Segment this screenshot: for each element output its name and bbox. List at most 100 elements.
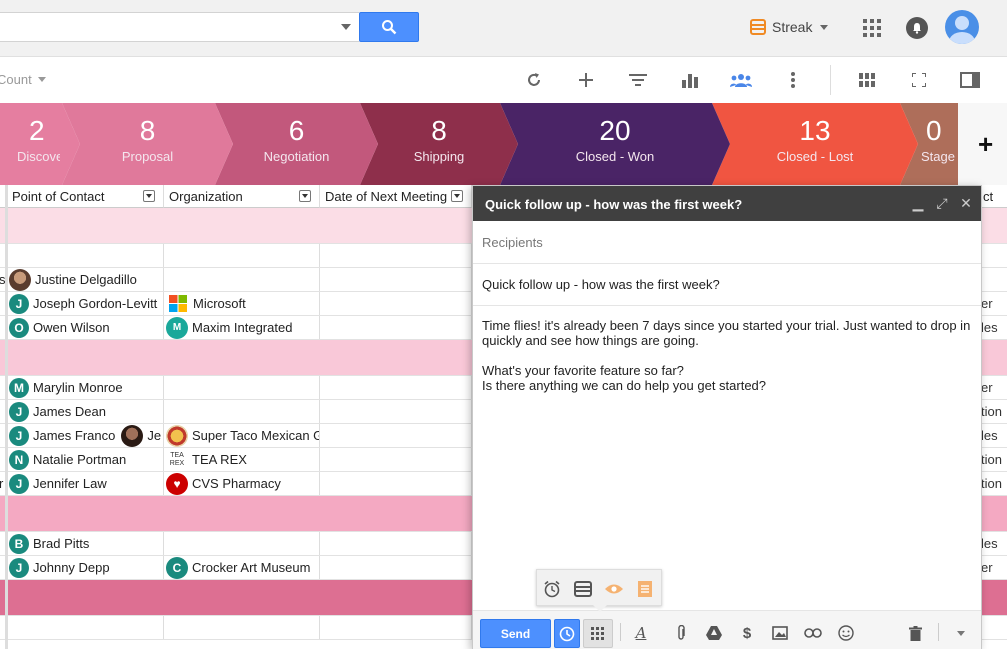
- more-options-icon[interactable]: [951, 623, 971, 643]
- organization-cell[interactable]: Microsoft: [164, 292, 320, 315]
- money-icon[interactable]: $: [737, 623, 757, 643]
- contact-cell[interactable]: Justine Delgadillo: [7, 268, 164, 291]
- meeting-date-cell[interactable]: [320, 532, 472, 555]
- organization-cell[interactable]: ♥ CVS Pharmacy: [164, 472, 320, 495]
- left-scroll-rail: [5, 185, 8, 649]
- account-avatar[interactable]: [945, 10, 979, 44]
- organization-cell[interactable]: [164, 244, 320, 267]
- column-menu-icon[interactable]: [451, 190, 463, 202]
- organization-cell[interactable]: [164, 376, 320, 399]
- photo-icon[interactable]: [770, 623, 790, 643]
- meeting-date-cell[interactable]: [320, 376, 472, 399]
- search-options-caret-icon[interactable]: [341, 24, 351, 30]
- team-icon[interactable]: [730, 69, 752, 91]
- microsoft-logo: [169, 294, 187, 313]
- organization-cell[interactable]: [164, 400, 320, 423]
- contact-cell[interactable]: J Jennifer Law: [7, 472, 164, 495]
- meeting-date-cell[interactable]: [320, 400, 472, 423]
- organization-cell[interactable]: [164, 532, 320, 555]
- contact-cell[interactable]: J Joseph Gordon-Levitt: [7, 292, 164, 315]
- contact-name: James Franco: [33, 428, 116, 443]
- close-icon[interactable]: ✕: [958, 195, 974, 211]
- stage-proposal[interactable]: 8 Proposal: [80, 103, 215, 185]
- compose-header: Quick follow up - how was the first week…: [473, 186, 981, 221]
- stage-stage[interactable]: 0 Stage: [912, 103, 958, 185]
- stage-closed-lost[interactable]: 13 Closed - Lost: [730, 103, 900, 185]
- grid-view-icon[interactable]: [856, 69, 878, 91]
- stage-negotiation[interactable]: 6 Negotiation: [233, 103, 360, 185]
- contact-cell[interactable]: J Johnny Depp: [7, 556, 164, 579]
- notifications-icon[interactable]: [906, 17, 928, 39]
- contact-cell[interactable]: N Natalie Portman: [7, 448, 164, 471]
- streak-pipeline-screen: Streak Count 2 Discove 8 Proposal 6 Nego…: [0, 0, 1007, 649]
- stage-closed-won[interactable]: 20 Closed - Won: [518, 103, 712, 185]
- link-icon[interactable]: [803, 623, 823, 643]
- drive-icon[interactable]: [704, 623, 724, 643]
- format-text-icon[interactable]: A: [631, 623, 651, 643]
- minimize-icon[interactable]: ▁: [910, 195, 926, 211]
- sidebar-icon[interactable]: [959, 69, 981, 91]
- organization-cell[interactable]: Super Taco Mexican Grill: [164, 424, 320, 447]
- apps-grid-icon[interactable]: [863, 19, 881, 37]
- streak-tools-icon[interactable]: [583, 619, 613, 648]
- sort-dropdown[interactable]: Count: [0, 72, 46, 87]
- meeting-date-cell[interactable]: [320, 556, 472, 579]
- contact-cell[interactable]: M Marylin Monroe: [7, 376, 164, 399]
- meeting-date-cell[interactable]: [320, 244, 472, 267]
- chart-icon[interactable]: [679, 69, 701, 91]
- subject-field[interactable]: Quick follow up - how was the first week…: [473, 264, 981, 306]
- contact-cell[interactable]: J James Dean: [7, 400, 164, 423]
- organization-cell[interactable]: [164, 268, 320, 291]
- column-menu-icon[interactable]: [143, 190, 155, 202]
- meeting-date-cell[interactable]: [320, 292, 472, 315]
- contact-cell[interactable]: [7, 244, 164, 267]
- add-stage-button[interactable]: +: [958, 103, 1007, 185]
- column-header-point-of-contact[interactable]: Point of Contact: [7, 185, 164, 208]
- streak-menu[interactable]: Streak: [750, 16, 829, 38]
- column-header-organization[interactable]: Organization: [164, 185, 320, 208]
- emoji-icon[interactable]: [836, 623, 856, 643]
- column-menu-icon[interactable]: [299, 190, 311, 202]
- snippets-icon[interactable]: [635, 579, 655, 599]
- stage-discovery[interactable]: 2 Discovery: [0, 103, 76, 185]
- attach-icon[interactable]: [671, 623, 691, 643]
- message-body[interactable]: Time flies! it's already been 7 days sin…: [482, 318, 974, 393]
- contact-cell[interactable]: O Owen Wilson: [7, 316, 164, 339]
- contact-cell[interactable]: J James Franco Je: [7, 424, 164, 447]
- contact-name: Justine Delgadillo: [35, 272, 137, 287]
- expand-icon[interactable]: ⤢: [934, 195, 950, 211]
- meeting-date-cell[interactable]: [320, 448, 472, 471]
- stage-label: Negotiation: [263, 149, 330, 164]
- cvs-logo: ♥: [166, 472, 188, 495]
- meeting-date-cell[interactable]: [320, 616, 472, 639]
- send-button[interactable]: Send: [480, 619, 551, 648]
- trash-icon[interactable]: [905, 623, 925, 643]
- organization-cell[interactable]: [164, 616, 320, 639]
- meeting-date-cell[interactable]: [320, 424, 472, 447]
- filter-icon[interactable]: [627, 69, 649, 91]
- contact-cell[interactable]: B Brad Pitts: [7, 532, 164, 555]
- meeting-date-cell[interactable]: [320, 472, 472, 495]
- organization-cell[interactable]: M Maxim Integrated: [164, 316, 320, 339]
- stage-shipping[interactable]: 8 Shipping: [378, 103, 500, 185]
- send-later-icon[interactable]: [554, 619, 580, 648]
- search-input[interactable]: [0, 12, 359, 42]
- refresh-icon[interactable]: [523, 69, 545, 91]
- organization-cell[interactable]: C Crocker Art Museum: [164, 556, 320, 579]
- add-icon[interactable]: [575, 69, 597, 91]
- streak-box-icon[interactable]: [573, 579, 593, 599]
- organization-name: TEA REX: [192, 452, 247, 467]
- more-vert-icon[interactable]: [782, 69, 804, 91]
- meeting-date-cell[interactable]: [320, 268, 472, 291]
- fullscreen-icon[interactable]: [908, 69, 930, 91]
- organization-cell[interactable]: TEA REX TEA REX: [164, 448, 320, 471]
- search-button[interactable]: [359, 12, 419, 42]
- snooze-icon[interactable]: [542, 579, 562, 599]
- contact-initial-badge: M: [9, 377, 29, 398]
- column-header-date-of-next-meeting[interactable]: Date of Next Meeting: [320, 185, 472, 208]
- contact-cell[interactable]: [7, 616, 164, 639]
- tracking-eye-icon[interactable]: [604, 579, 624, 599]
- meeting-date-cell[interactable]: [320, 316, 472, 339]
- recipients-field[interactable]: Recipients: [473, 221, 981, 264]
- streak-logo-icon: [750, 19, 766, 35]
